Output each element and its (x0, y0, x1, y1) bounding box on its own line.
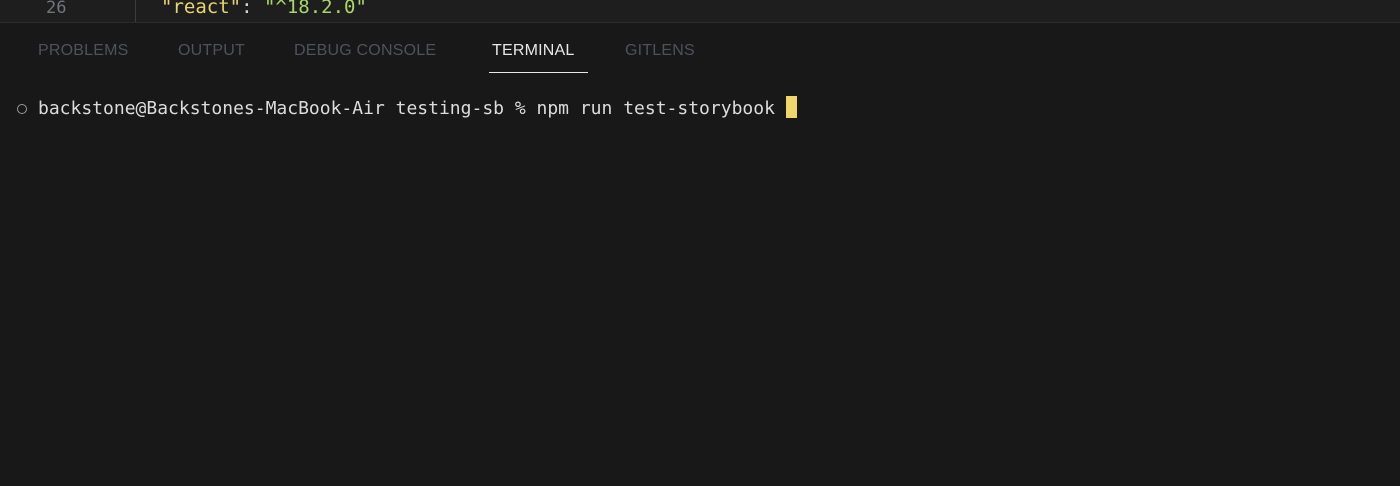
terminal-input-line[interactable]: backstone@Backstones-MacBook-Air testing… (38, 96, 797, 119)
terminal-prompt: backstone@Backstones-MacBook-Air testing… (38, 98, 537, 119)
tab-debug-console[interactable]: DEBUG CONSOLE (294, 42, 436, 60)
active-tab-indicator (489, 72, 588, 73)
json-value: "^18.2.0" (263, 0, 367, 18)
tab-terminal[interactable]: TERMINAL (492, 42, 575, 60)
json-key: "react" (161, 0, 242, 18)
terminal-command: npm run test-storybook (536, 98, 786, 119)
tab-problems[interactable]: PROBLEMS (38, 42, 129, 60)
terminal-prompt-line: backstone@Backstones-MacBook-Air testing… (0, 96, 1400, 122)
line-number: 26 (46, 0, 67, 18)
panel-tab-bar: PROBLEMS OUTPUT DEBUG CONSOLE TERMINAL G… (0, 23, 1400, 75)
code-line[interactable]: "react": "^18.2.0" (161, 0, 367, 18)
command-status-circle-icon[interactable] (17, 104, 27, 114)
tab-output[interactable]: OUTPUT (178, 42, 245, 60)
terminal-view[interactable]: backstone@Backstones-MacBook-Air testing… (0, 78, 1400, 486)
json-colon: : (241, 0, 264, 18)
tab-gitlens[interactable]: GITLENS (625, 42, 695, 60)
terminal-cursor (785, 96, 797, 118)
indent-guide (135, 0, 136, 22)
editor-area: 26 "react": "^18.2.0" (0, 0, 1400, 22)
